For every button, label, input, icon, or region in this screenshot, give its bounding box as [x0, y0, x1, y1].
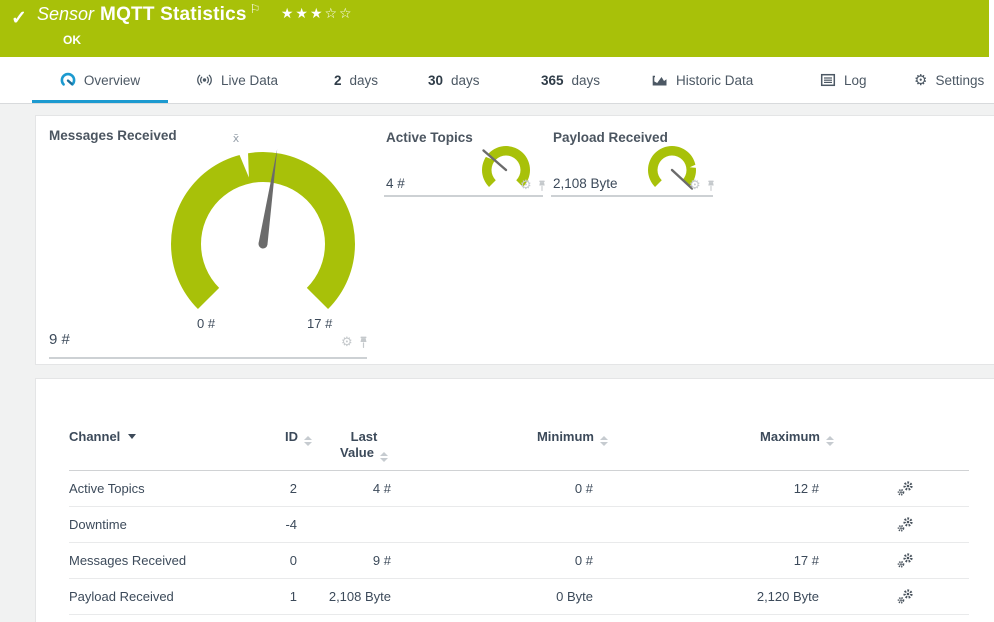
- channels-card: Channel ID Last Value Minimum Maximum Ac…: [35, 378, 994, 622]
- panel-divider: [49, 357, 367, 359]
- header-right-strip: [989, 0, 994, 57]
- log-icon: [820, 73, 836, 87]
- gauge-toolbar: ⚙: [520, 179, 547, 192]
- gauge-active-topics: Active Topics 4 # ⚙: [384, 116, 545, 197]
- gauges-card: Messages Received x̄ 0 # 17 # 9 # ⚙ Acti…: [35, 115, 994, 365]
- gear-icon: ⚙: [914, 70, 928, 89]
- gauge-scale-max: 17 #: [307, 316, 333, 331]
- average-marker-label: x̄: [233, 132, 240, 145]
- table-header-row: Channel ID Last Value Minimum Maximum: [69, 379, 969, 471]
- column-header-id[interactable]: ID: [264, 429, 312, 446]
- edit-channel-settings-icon[interactable]: [897, 588, 914, 605]
- tab-overview[interactable]: Overview: [32, 57, 168, 103]
- tab-number: 2: [334, 72, 342, 88]
- tab-log[interactable]: Log: [820, 57, 867, 103]
- sensor-name: MQTT Statistics: [100, 4, 247, 25]
- gauge-messages-received: Messages Received x̄ 0 # 17 # 9 # ⚙: [49, 116, 367, 359]
- panel-divider: [384, 195, 543, 197]
- status-check-icon: ✓: [11, 8, 27, 29]
- tab-label: days: [451, 72, 480, 88]
- gauge-title: Active Topics: [386, 130, 473, 145]
- prtg-sensor-page: ✓ Sensor MQTT Statistics ⚐ ★★★☆☆ OK Overvi…: [0, 0, 994, 622]
- gauge-value: 9 #: [49, 331, 70, 348]
- gauge-icon: [60, 72, 76, 86]
- gauge-payload-received: Payload Received 2,108 Byte ⚙: [551, 116, 716, 197]
- tab-live-data[interactable]: Live Data: [196, 57, 278, 103]
- broadcast-icon: [197, 74, 212, 86]
- priority-stars[interactable]: ★★★☆☆: [281, 6, 354, 22]
- column-header-maximum[interactable]: Maximum: [593, 429, 834, 446]
- tab-365-days[interactable]: 365 days: [541, 57, 600, 103]
- tab-historic-data[interactable]: Historic Data: [652, 57, 753, 103]
- tab-number: 365: [541, 72, 564, 88]
- tab-label: days: [571, 72, 601, 88]
- tab-label: Log: [844, 72, 867, 88]
- sensor-header: ✓ Sensor MQTT Statistics ⚐ ★★★☆☆ OK: [0, 0, 994, 57]
- column-label: Minimum: [536, 429, 594, 444]
- column-label: Maximum: [760, 429, 820, 444]
- channel-name: Payload Received: [69, 589, 174, 604]
- chart-icon: [652, 75, 667, 86]
- channel-minimum: 0 #: [574, 553, 593, 568]
- channel-id: 0: [289, 553, 297, 568]
- gauge-scale-min: 0 #: [197, 316, 216, 331]
- channel-id: 1: [289, 589, 297, 604]
- channel-minimum: 0 #: [574, 481, 593, 496]
- sort-toggle-icon: [379, 452, 388, 462]
- edit-channel-settings-icon[interactable]: [897, 480, 914, 497]
- column-header-minimum[interactable]: Minimum: [391, 429, 608, 446]
- edit-channel-settings-icon[interactable]: [897, 516, 914, 533]
- panel-divider: [551, 195, 713, 197]
- channel-last-value: 4 #: [372, 481, 391, 496]
- channel-id: 2: [289, 481, 297, 496]
- table-row: Active Topics 2 4 # 0 # 12 #: [69, 471, 969, 507]
- channel-table: Channel ID Last Value Minimum Maximum Ac…: [69, 379, 969, 615]
- gauge-toolbar: ⚙: [341, 336, 369, 349]
- status-badge: OK: [63, 33, 81, 47]
- channel-name: Downtime: [69, 517, 127, 532]
- tab-label: Historic Data: [676, 72, 754, 88]
- table-row: Payload Received 1 2,108 Byte 0 Byte 2,1…: [69, 579, 969, 615]
- channel-minimum: 0 Byte: [556, 589, 593, 604]
- column-label: Channel: [69, 429, 121, 444]
- channel-last-value: 2,108 Byte: [328, 589, 391, 604]
- tab-bar: Overview Live Data 2 days 30 days 365 da…: [0, 57, 994, 104]
- column-header-last-value[interactable]: Last Value: [297, 429, 391, 462]
- gauge-settings-icon[interactable]: ⚙: [689, 179, 701, 192]
- gauge-value: 2,108 Byte: [553, 176, 618, 191]
- tab-label: days: [349, 72, 379, 88]
- gauge-dial: x̄: [171, 132, 355, 310]
- tab-label: Settings: [935, 72, 985, 88]
- pin-icon[interactable]: [706, 180, 716, 192]
- sort-desc-icon: [128, 434, 137, 439]
- flag-icon[interactable]: ⚐: [250, 2, 261, 16]
- gauge-value: 4 #: [386, 176, 405, 191]
- channel-maximum: 12 #: [793, 481, 819, 496]
- tab-30-days[interactable]: 30 days: [428, 57, 480, 103]
- gauge-settings-icon[interactable]: ⚙: [341, 336, 353, 349]
- channel-id: -4: [285, 517, 297, 532]
- pin-icon[interactable]: [537, 180, 547, 192]
- tab-2-days[interactable]: 2 days: [334, 57, 378, 103]
- channel-maximum: 17 #: [793, 553, 819, 568]
- tab-label: Overview: [83, 72, 141, 88]
- column-label: Last Value: [340, 429, 378, 460]
- gauge-toolbar: ⚙: [689, 179, 716, 192]
- channel-maximum: 2,120 Byte: [756, 589, 819, 604]
- channel-last-value: 9 #: [372, 553, 391, 568]
- object-kind-label: Sensor: [37, 4, 95, 24]
- tab-settings[interactable]: ⚙ Settings: [914, 57, 984, 103]
- gauge-settings-icon[interactable]: ⚙: [520, 179, 532, 192]
- table-row: Messages Received 0 9 # 0 # 17 #: [69, 543, 969, 579]
- pin-icon[interactable]: [358, 336, 369, 349]
- tab-label: Live Data: [221, 72, 279, 88]
- table-row: Downtime -4: [69, 507, 969, 543]
- edit-channel-settings-icon[interactable]: [897, 552, 914, 569]
- channel-name: Active Topics: [69, 481, 145, 496]
- sensor-title-row: Sensor MQTT Statistics ⚐ ★★★☆☆: [37, 2, 354, 26]
- tab-number: 30: [428, 72, 444, 88]
- sort-toggle-icon: [826, 436, 834, 446]
- column-header-channel[interactable]: Channel: [69, 429, 264, 445]
- channel-name: Messages Received: [69, 553, 187, 568]
